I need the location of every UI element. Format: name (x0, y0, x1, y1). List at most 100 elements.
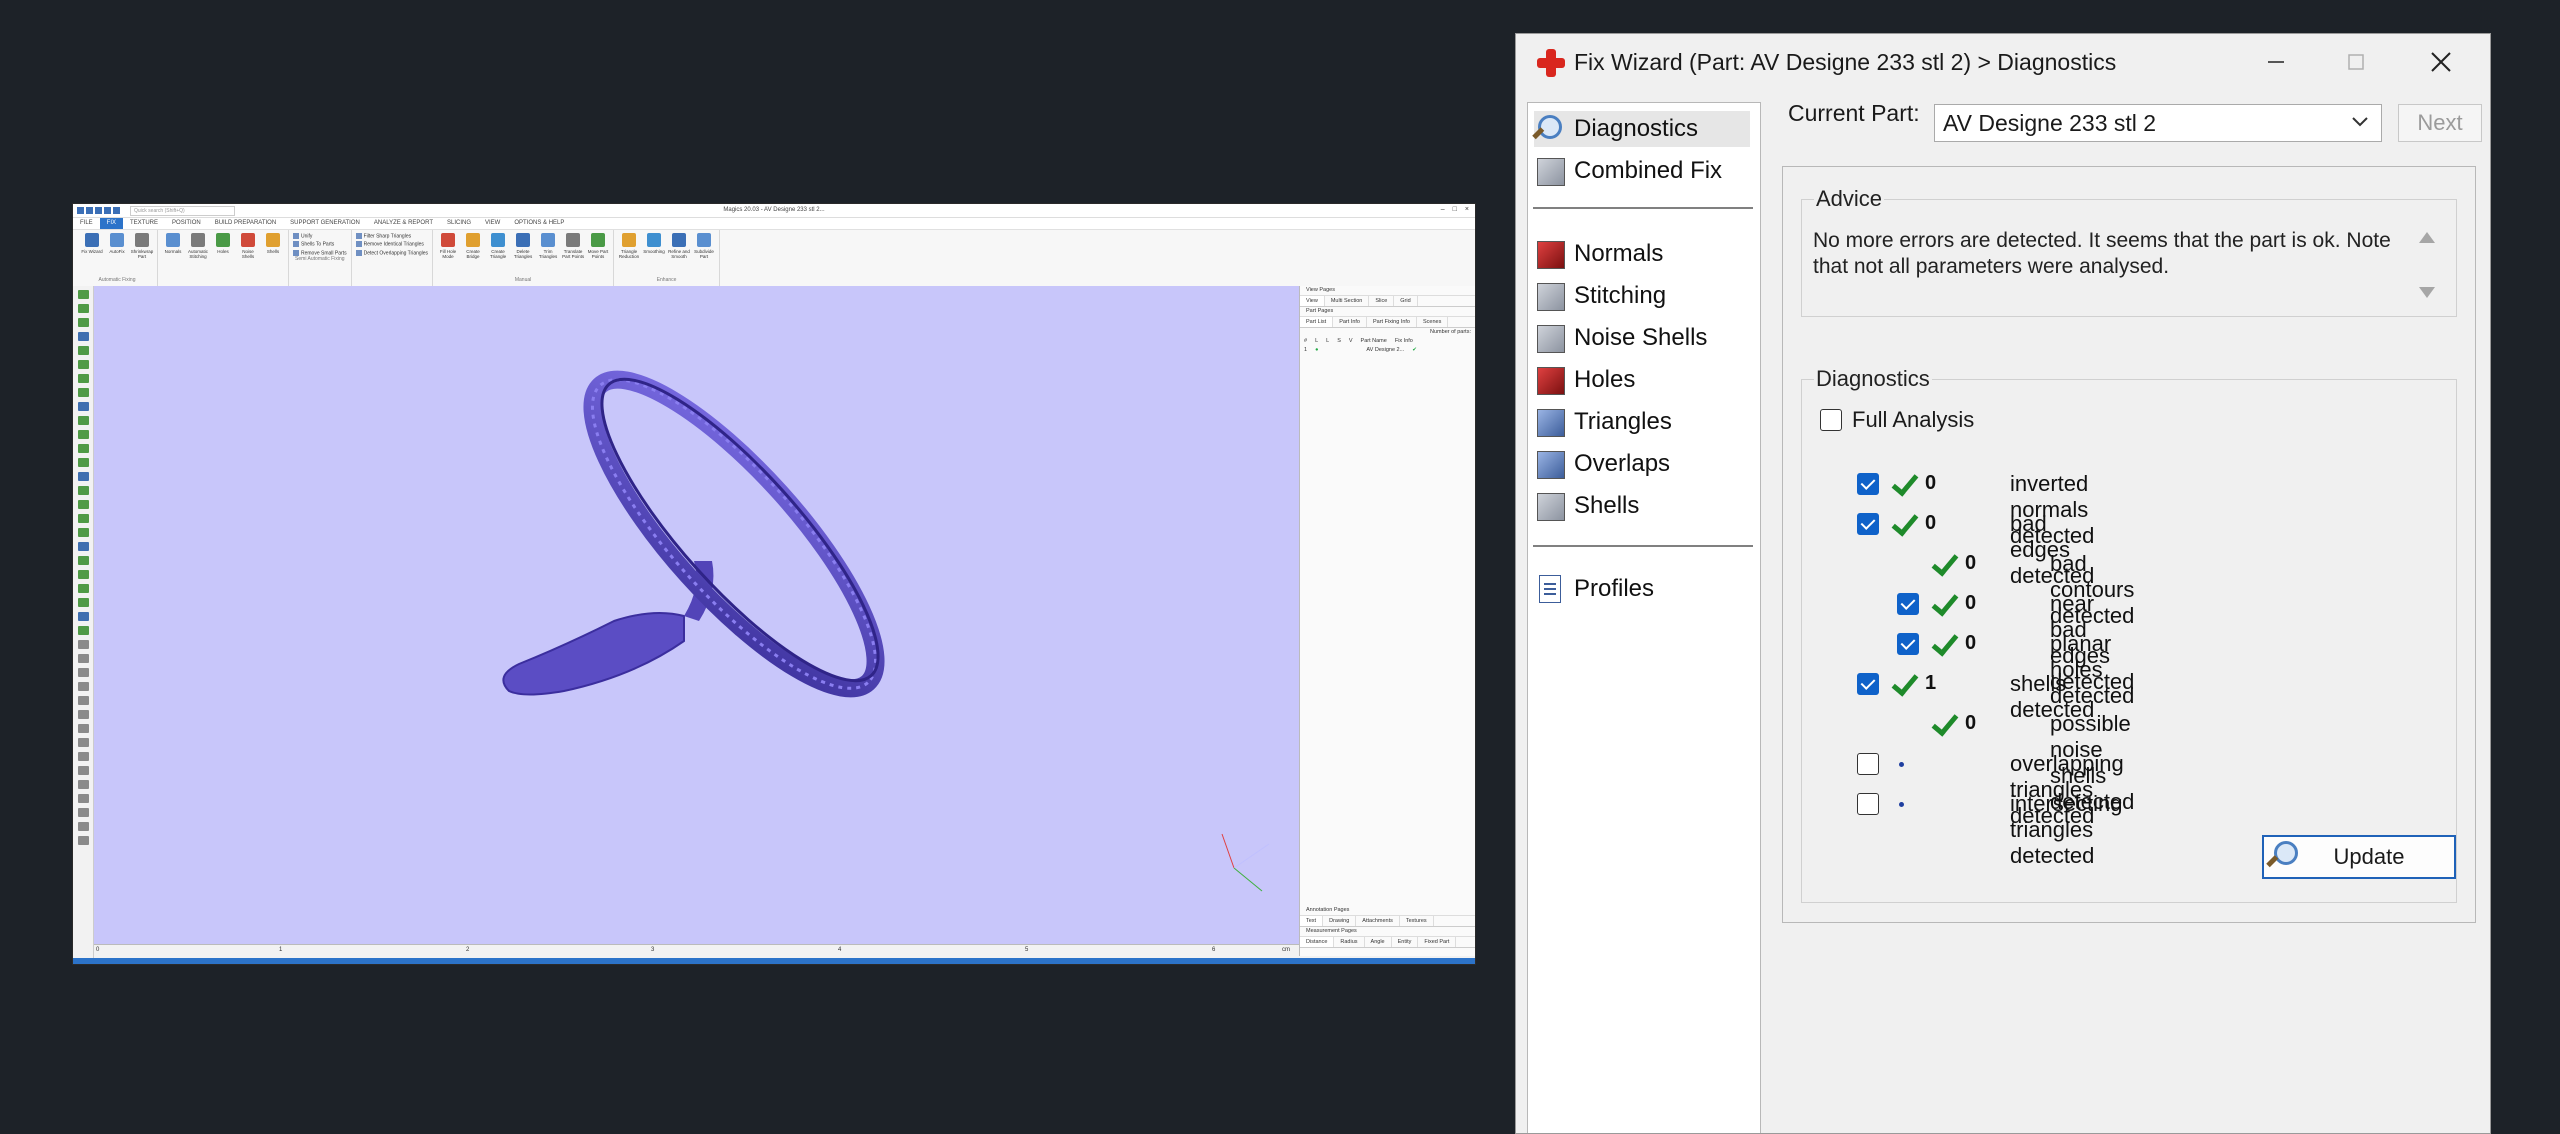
ribbon-tab[interactable]: ANALYZE & REPORT (367, 218, 440, 229)
toolbar-tool-icon[interactable] (77, 836, 89, 845)
ribbon-button[interactable]: Delete Triangles (512, 233, 534, 277)
toolbar-tool-icon[interactable] (77, 374, 89, 383)
toolbar-tool-icon[interactable] (77, 570, 89, 579)
visible-icon[interactable]: ● (1315, 346, 1318, 355)
panel-tab[interactable]: Entity (1392, 937, 1419, 947)
nav-item-profiles[interactable]: Profiles (1534, 571, 1750, 607)
panel-tab[interactable]: Textures (1400, 916, 1434, 926)
panel-tab[interactable]: Distance (1300, 937, 1335, 947)
ribbon-list-item[interactable]: Filter Sharp Triangles (356, 233, 428, 239)
maximize-button[interactable] (2326, 42, 2386, 82)
ribbon-tab[interactable]: SUPPORT GENERATION (283, 218, 367, 229)
toolbar-tool-icon[interactable] (77, 640, 89, 649)
toolbar-tool-icon[interactable] (77, 584, 89, 593)
part-list-column-header[interactable]: V (1349, 337, 1353, 346)
close-button[interactable] (2411, 42, 2471, 82)
nav-item-normals[interactable]: Normals (1534, 236, 1750, 272)
toolbar-tool-icon[interactable] (77, 430, 89, 439)
panel-tab[interactable]: Part Fixing Info (1367, 317, 1417, 327)
ribbon-button[interactable]: Shrinkwrap Part (131, 233, 153, 277)
toolbar-tool-icon[interactable] (77, 416, 89, 425)
minimize-icon[interactable]: – (1441, 206, 1445, 213)
ribbon-button[interactable]: Triangle Reduction (618, 233, 640, 277)
ring-model[interactable] (94, 286, 1299, 944)
toolbar-tool-icon[interactable] (77, 710, 89, 719)
panel-tab[interactable]: Drawing (1323, 916, 1357, 926)
nav-item-combined-fix[interactable]: Combined Fix (1534, 153, 1750, 189)
panel-tab[interactable]: Text (1300, 916, 1324, 926)
ribbon-tab[interactable]: POSITION (165, 218, 208, 229)
current-part-select[interactable]: AV Designe 233 stl 2 (1934, 104, 2382, 142)
toolbar-tool-icon[interactable] (77, 752, 89, 761)
next-button[interactable]: Next (2398, 104, 2482, 142)
part-list-column-header[interactable]: # (1304, 337, 1307, 346)
ribbon-button[interactable]: Fix Wizard (81, 233, 103, 277)
ribbon-tab[interactable]: VIEW (478, 218, 507, 229)
ribbon-button[interactable]: Smoothing (643, 233, 665, 277)
ribbon-button[interactable]: AutoFix (106, 233, 128, 277)
ribbon-list-item[interactable]: Detect Overlapping Triangles (356, 250, 428, 256)
ribbon-tab[interactable]: FILE (73, 218, 100, 229)
panel-tab[interactable]: Scenes (1417, 317, 1449, 327)
toolbar-tool-icon[interactable] (77, 472, 89, 481)
nav-item-shells[interactable]: Shells (1534, 488, 1750, 524)
toolbar-tool-icon[interactable] (77, 696, 89, 705)
toolbar-tool-icon[interactable] (77, 444, 89, 453)
toolbar-tool-icon[interactable] (77, 402, 89, 411)
toolbar-tool-icon[interactable] (77, 668, 89, 677)
full-analysis-checkbox[interactable] (1820, 409, 1842, 431)
toolbar-tool-icon[interactable] (77, 598, 89, 607)
ribbon-tab[interactable]: SLICING (440, 218, 478, 229)
part-list-column-header[interactable]: Part Name (1361, 337, 1387, 346)
toolbar-tool-icon[interactable] (77, 766, 89, 775)
ribbon-tab[interactable]: FIX (99, 218, 124, 229)
ribbon-button[interactable]: Shells (262, 233, 284, 277)
panel-tab[interactable]: Grid (1394, 296, 1418, 306)
toolbar-tool-icon[interactable] (77, 542, 89, 551)
ribbon-button[interactable]: Automatic Stitching (187, 233, 209, 277)
panel-tab[interactable]: Attachments (1356, 916, 1400, 926)
panel-tab[interactable]: Part List (1300, 317, 1334, 327)
measurement-pages-header[interactable]: Measurement Pages (1300, 927, 1475, 937)
toolbar-tool-icon[interactable] (77, 654, 89, 663)
nav-item-diagnostics[interactable]: Diagnostics (1532, 111, 1750, 147)
panel-tab[interactable]: Multi Section (1325, 296, 1370, 306)
diagnostic-checkbox[interactable] (1897, 633, 1919, 655)
ribbon-tab[interactable]: BUILD PREPARATION (208, 218, 283, 229)
diagnostic-checkbox[interactable] (1857, 473, 1879, 495)
toolbar-tool-icon[interactable] (77, 318, 89, 327)
toolbar-tool-icon[interactable] (77, 822, 89, 831)
toolbar-tool-icon[interactable] (77, 500, 89, 509)
advice-scrollbar[interactable] (2411, 218, 2441, 310)
3d-viewport[interactable] (94, 286, 1299, 944)
ribbon-button[interactable]: Noise Shells (237, 233, 259, 277)
ribbon-button[interactable]: Holes (212, 233, 234, 277)
toolbar-tool-icon[interactable] (77, 360, 89, 369)
part-list-column-header[interactable]: L (1315, 337, 1318, 346)
toolbar-tool-icon[interactable] (77, 332, 89, 341)
panel-tab[interactable]: Part Info (1333, 317, 1367, 327)
ribbon-button[interactable]: Subdivide Part (693, 233, 715, 277)
maximize-icon[interactable]: □ (1453, 206, 1457, 213)
toolbar-tool-icon[interactable] (77, 808, 89, 817)
toolbar-tool-icon[interactable] (77, 556, 89, 565)
nav-item-holes[interactable]: Holes (1534, 362, 1750, 398)
panel-tab[interactable]: Radius (1334, 937, 1365, 947)
scroll-down-arrow-icon[interactable] (2419, 287, 2435, 298)
part-list-column-header[interactable]: S (1337, 337, 1341, 346)
update-button[interactable]: Update (2262, 835, 2456, 879)
part-list-column-header[interactable]: Fix Info (1395, 337, 1413, 346)
diagnostic-checkbox[interactable] (1897, 593, 1919, 615)
ribbon-button[interactable]: Normals (162, 233, 184, 277)
ribbon-button[interactable]: Trim Triangles (537, 233, 559, 277)
toolbar-tool-icon[interactable] (77, 514, 89, 523)
scroll-up-arrow-icon[interactable] (2419, 232, 2435, 243)
toolbar-tool-icon[interactable] (77, 528, 89, 537)
toolbar-tool-icon[interactable] (77, 458, 89, 467)
part-list-row[interactable]: 1 ● AV Designe 2... ✔ (1300, 346, 1475, 355)
toolbar-tool-icon[interactable] (77, 290, 89, 299)
toolbar-tool-icon[interactable] (77, 780, 89, 789)
ribbon-list-item[interactable]: Remove Identical Triangles (356, 241, 428, 248)
part-pages-header[interactable]: Part Pages (1300, 307, 1475, 317)
annotation-pages-header[interactable]: Annotation Pages (1300, 906, 1475, 916)
